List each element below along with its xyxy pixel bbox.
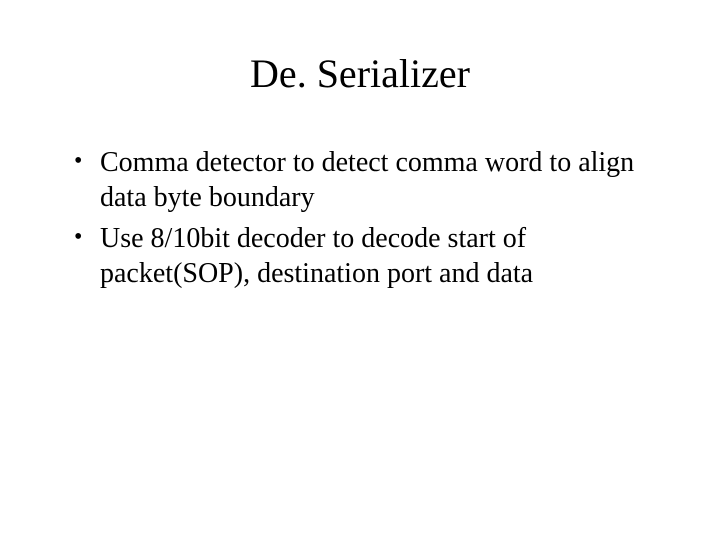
bullet-item: Comma detector to detect comma word to a… — [70, 145, 660, 215]
bullet-list: Comma detector to detect comma word to a… — [70, 145, 660, 291]
slide: De. Serializer Comma detector to detect … — [0, 0, 720, 540]
bullet-item: Use 8/10bit decoder to decode start of p… — [70, 221, 660, 291]
slide-title: De. Serializer — [60, 50, 660, 97]
